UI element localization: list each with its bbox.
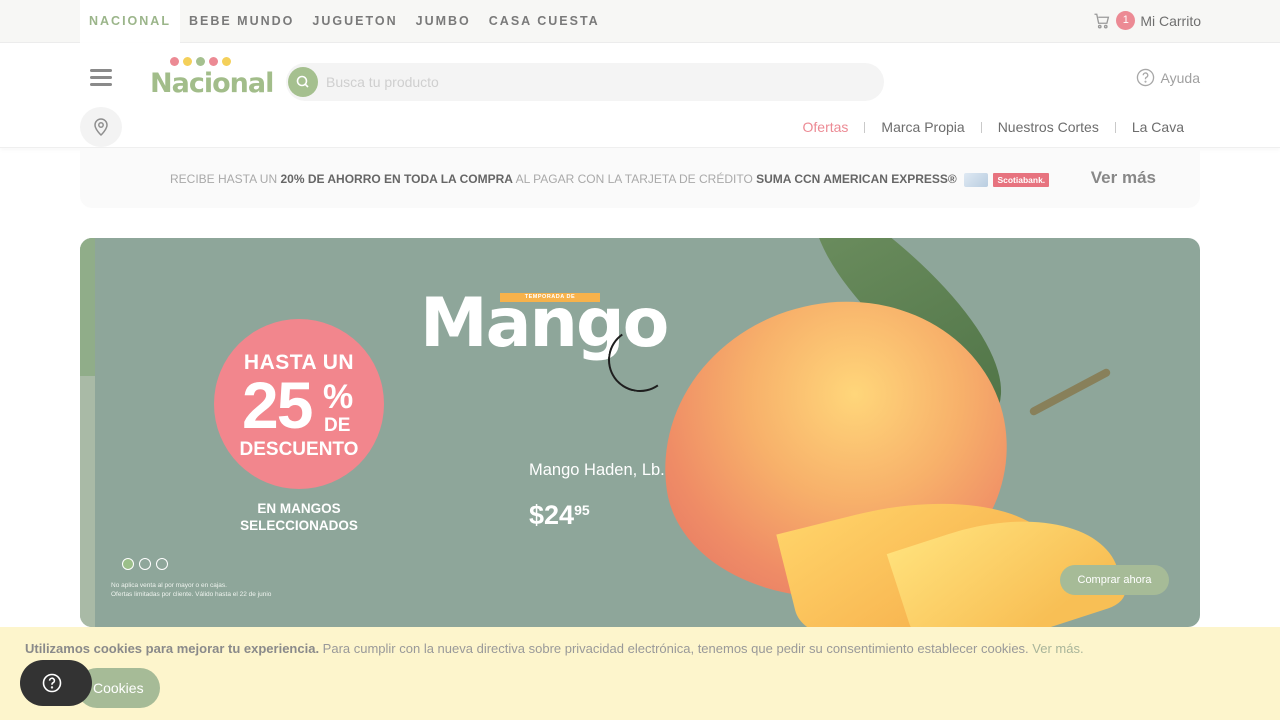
promo-banner: RECIBE HASTA UN 20% DE AHORRO EN TODA LA… <box>80 148 1200 208</box>
carousel-dots <box>122 558 173 570</box>
logo[interactable]: Nacional <box>150 56 274 100</box>
question-circle-icon <box>42 673 62 693</box>
menu-icon[interactable] <box>90 69 112 87</box>
credit-card-image <box>964 172 989 187</box>
discount-badge: HASTA UN 25 % DE DESCUENTO <box>214 319 384 489</box>
disclaimer-line: No aplica venta al por mayor o en cajas. <box>111 582 227 589</box>
help-label: Ayuda <box>1160 69 1200 86</box>
nav-link-marca-propia[interactable]: Marca Propia <box>881 119 964 135</box>
carousel-dot-2[interactable] <box>139 558 151 570</box>
product-price: $2495 <box>529 500 590 531</box>
brand-tab-nacional[interactable]: NACIONAL <box>80 0 180 43</box>
cart-button[interactable]: 1 Mi Carrito <box>1093 11 1201 30</box>
brand-tab-jugueton[interactable]: JUGUETON <box>303 0 406 43</box>
brand-tab-bebe-mundo[interactable]: BEBE MUNDO <box>180 0 303 43</box>
nav-link-ofertas[interactable]: Ofertas <box>803 119 849 135</box>
nav-link-nuestros-cortes[interactable]: Nuestros Cortes <box>998 119 1099 135</box>
promo-text-part: AL PAGAR CON LA TARJETA DE CRÉDITO <box>512 172 757 186</box>
price-main: $24 <box>529 500 575 530</box>
mango-stem-image <box>1028 367 1112 417</box>
promo-text-part: RECIBE HASTA UN <box>170 172 281 186</box>
carousel-dot-1[interactable] <box>122 558 134 570</box>
brand-tabs: NACIONAL BEBE MUNDO JUGUETON JUMBO CASA … <box>80 0 609 43</box>
cart-label: Mi Carrito <box>1140 12 1201 29</box>
search-icon <box>296 75 309 88</box>
promo-card-name: SUMA CCN AMERICAN EXPRESS® <box>756 172 957 186</box>
hero-disclaimer: No aplica venta al por mayor o en cajas.… <box>111 581 271 599</box>
cart-count-badge: 1 <box>1116 11 1136 30</box>
scotiabank-logo: Scotiabank. <box>993 172 1050 187</box>
logo-dots <box>170 57 235 66</box>
help-fab-button[interactable] <box>20 660 92 706</box>
discount-bottom-text: DESCUENTO <box>239 439 359 460</box>
season-label: TEMPORADA DE <box>500 293 600 302</box>
discount-percent: % <box>323 378 354 416</box>
hero-carousel: HASTA UN 25 % DE DESCUENTO EN MANGOS SEL… <box>80 238 1200 627</box>
product-name: Mango Haden, Lb. <box>529 461 665 479</box>
search-button[interactable] <box>288 67 318 97</box>
location-button[interactable] <box>80 107 122 147</box>
discount-subtitle: EN MANGOS SELECCIONADOS <box>240 501 358 533</box>
cookie-text-bold: Utilizamos cookies para mejorar tu exper… <box>25 641 320 656</box>
question-circle-icon <box>1136 68 1154 87</box>
search-input[interactable] <box>324 63 864 101</box>
brand-tab-jumbo[interactable]: JUMBO <box>407 0 480 43</box>
buy-now-button[interactable]: Comprar ahora <box>1060 565 1169 595</box>
promo-more-link[interactable]: Ver más <box>1091 168 1156 188</box>
main-header: Nacional Ayuda Ofertas Marca Propia Nues… <box>0 43 1280 148</box>
nav-divider <box>1114 121 1116 133</box>
brand-tab-casa-cuesta[interactable]: CASA CUESTA <box>480 0 609 43</box>
discount-number: 25 <box>242 368 313 442</box>
logo-text: Nacional <box>150 68 274 99</box>
location-pin-icon <box>94 118 108 137</box>
carousel-dot-3[interactable] <box>156 558 168 570</box>
nav-link-la-cava[interactable]: La Cava <box>1132 119 1184 135</box>
disclaimer-line: Ofertas limitadas por cliente. Válido ha… <box>111 591 272 598</box>
discount-de: DE <box>324 415 351 436</box>
help-link[interactable]: Ayuda <box>1136 68 1200 87</box>
cookie-banner: Utilizamos cookies para mejorar tu exper… <box>0 627 1280 720</box>
nav-divider <box>980 121 982 133</box>
price-cents: 95 <box>574 502 590 518</box>
carousel-edge-accent <box>80 238 95 376</box>
promo-text-highlight: 20% DE AHORRO EN TODA LA COMPRA <box>280 172 513 186</box>
cookie-text-body: Para cumplir con la nueva directiva sobr… <box>319 641 1033 656</box>
brand-bar: NACIONAL BEBE MUNDO JUGUETON JUMBO CASA … <box>0 0 1280 43</box>
promo-text: RECIBE HASTA UN 20% DE AHORRO EN TODA LA… <box>170 172 1050 187</box>
shopping-cart-icon <box>1094 13 1110 28</box>
cookie-more-link[interactable]: Ver más. <box>1032 641 1083 656</box>
secondary-nav: Ofertas Marca Propia Nuestros Cortes La … <box>803 119 1184 135</box>
nav-divider <box>864 121 866 133</box>
cookie-text: Utilizamos cookies para mejorar tu exper… <box>25 641 1084 656</box>
search-bar[interactable] <box>286 63 884 101</box>
